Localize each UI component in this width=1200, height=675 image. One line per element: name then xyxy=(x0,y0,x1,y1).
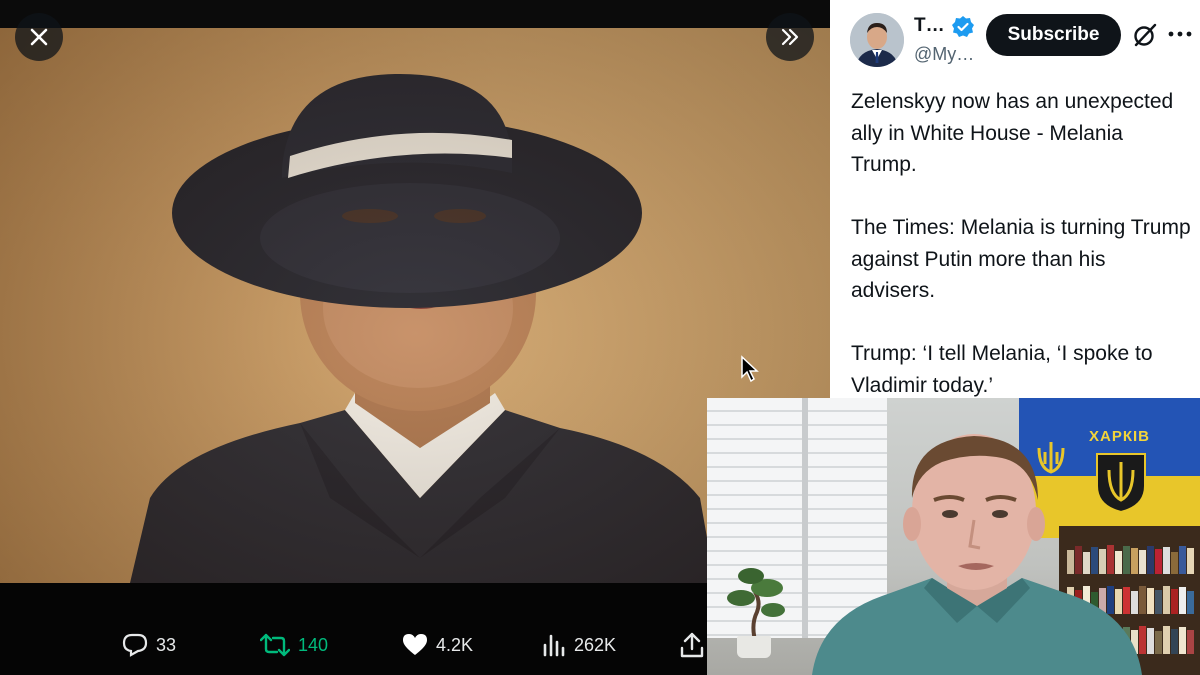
author-handle[interactable]: @My… xyxy=(914,44,974,65)
retweet-button[interactable]: 140 xyxy=(260,631,328,659)
author-avatar[interactable] xyxy=(850,13,904,67)
shutter-frame xyxy=(802,398,808,638)
more-options-icon[interactable] xyxy=(1166,20,1194,48)
subscribe-button[interactable]: Subscribe xyxy=(986,14,1121,56)
webcam-overlay: ХАРКІВ xyxy=(707,398,1200,675)
reply-icon xyxy=(122,633,148,657)
tweet-panel: T… @My… Subscribe Zelenskyy now has an u… xyxy=(830,0,1200,398)
close-button[interactable] xyxy=(15,13,63,61)
views-icon xyxy=(543,634,565,657)
reply-button[interactable]: 33 xyxy=(122,631,176,659)
photo-background xyxy=(0,28,830,583)
bonsai-plant xyxy=(727,568,785,640)
tweet-photo[interactable] xyxy=(0,28,830,583)
expand-panel-button[interactable] xyxy=(766,13,814,61)
views-count: 262K xyxy=(574,634,617,655)
webcam-person xyxy=(812,434,1142,675)
heart-icon xyxy=(403,634,427,655)
retweet-icon xyxy=(260,633,290,657)
media-viewer: 33 140 4.2K 262K xyxy=(0,0,830,675)
chevron-double-right-icon xyxy=(781,28,799,46)
author-name[interactable]: T… xyxy=(914,15,945,37)
reply-count: 33 xyxy=(156,634,177,655)
tweet-paragraph: Zelenskyy now has an unexpected ally in … xyxy=(851,90,1174,176)
tweet-paragraph: The Times: Melania is turning Trump agai… xyxy=(851,216,1191,302)
like-button[interactable]: 4.2K xyxy=(402,631,473,659)
share-icon xyxy=(680,632,704,658)
avatar-image xyxy=(850,13,904,67)
tweet-action-bar: 33 140 4.2K 262K xyxy=(0,583,830,675)
plant-pot xyxy=(737,636,771,658)
close-icon xyxy=(30,28,48,46)
verified-badge-icon xyxy=(952,16,974,37)
mouse-cursor-icon xyxy=(741,355,759,383)
retweet-count: 140 xyxy=(298,634,329,655)
grok-icon[interactable] xyxy=(1132,22,1158,48)
tweet-paragraph: Trump: ‘I tell Melania, ‘I spoke to Vlad… xyxy=(851,342,1153,397)
views-button[interactable]: 262K xyxy=(542,631,616,659)
viewer-top-strip xyxy=(0,0,830,28)
tweet-text: Zelenskyy now has an unexpected ally in … xyxy=(851,86,1191,398)
share-button[interactable] xyxy=(680,631,704,659)
like-count: 4.2K xyxy=(436,634,474,655)
